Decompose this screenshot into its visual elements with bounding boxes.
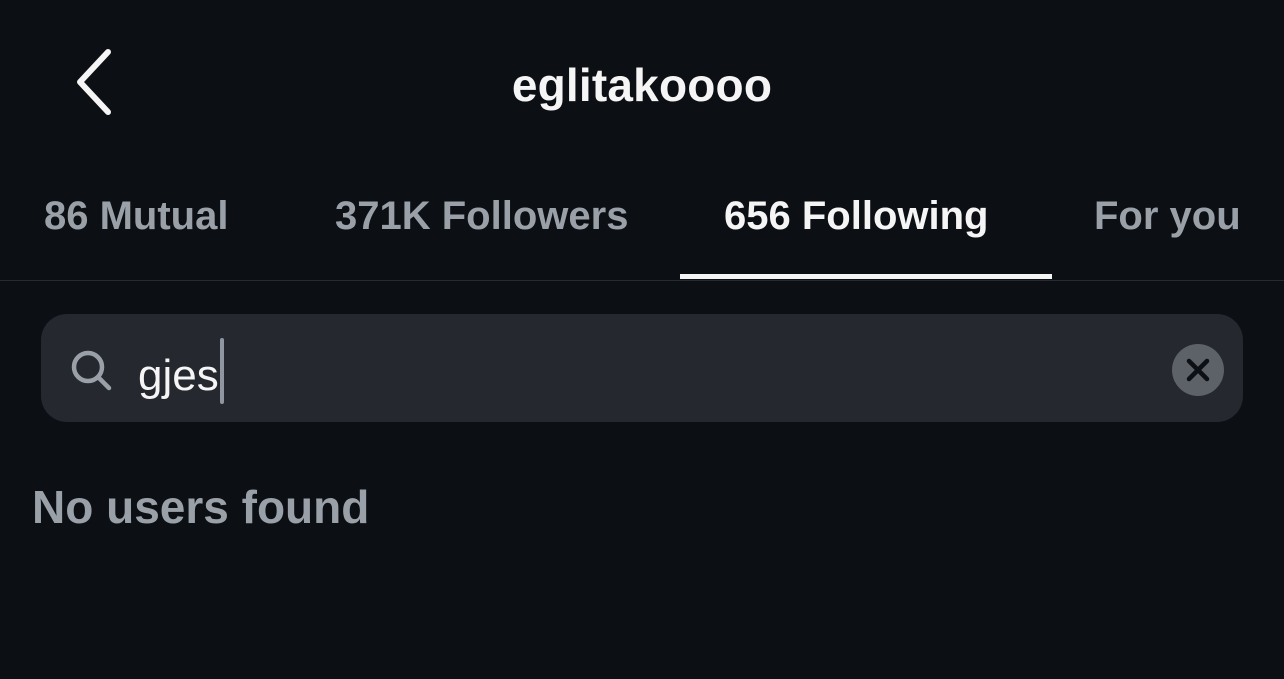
empty-results-message: No users found	[32, 481, 370, 533]
tab-following[interactable]: 656 Following	[724, 192, 988, 280]
page-title: eglitakoooo	[511, 59, 773, 111]
tab-bar: 86 Mutual 371K Followers 656 Following F…	[0, 170, 1284, 281]
search-input-value: gjes	[138, 351, 219, 400]
search-icon	[68, 348, 114, 392]
clear-search-button[interactable]	[1172, 344, 1224, 396]
search-input[interactable]: gjes	[138, 338, 224, 404]
clear-circle-icon	[1186, 358, 1210, 382]
tab-mutual[interactable]: 86 Mutual	[44, 192, 228, 280]
text-cursor	[219, 338, 224, 404]
top-bar: eglitakoooo	[0, 0, 1284, 170]
active-tab-indicator	[680, 274, 1052, 279]
tab-for-you[interactable]: For you	[1094, 192, 1241, 280]
tab-followers[interactable]: 371K Followers	[335, 192, 628, 280]
